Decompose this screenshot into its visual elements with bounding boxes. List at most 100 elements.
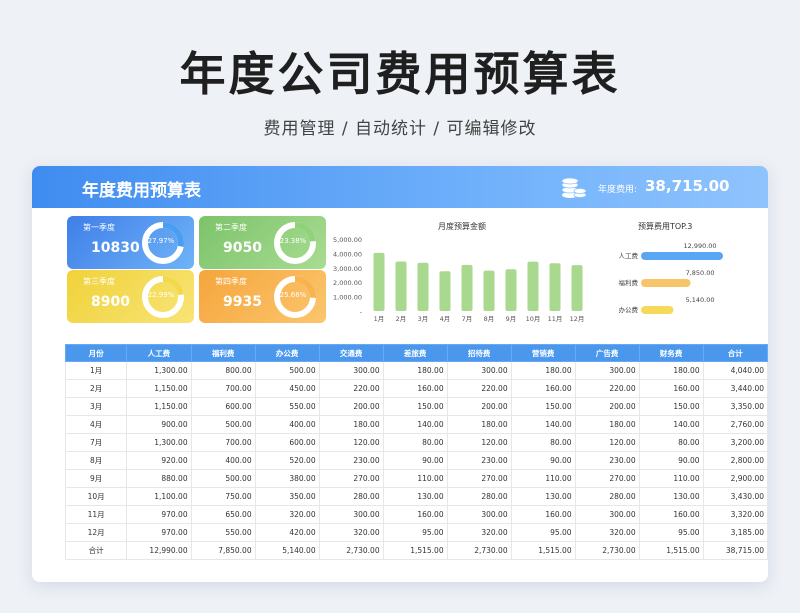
table-cell[interactable]: 180.00 xyxy=(446,415,512,434)
table-cell[interactable]: 120.00 xyxy=(574,433,640,452)
table-cell[interactable]: 120.00 xyxy=(318,433,384,452)
table-cell[interactable]: 500.00 xyxy=(190,469,256,488)
table-cell[interactable]: 150.00 xyxy=(510,397,576,416)
table-cell[interactable]: 230.00 xyxy=(574,451,640,470)
table-cell[interactable]: 130.00 xyxy=(510,487,576,506)
table-cell[interactable]: 9月 xyxy=(64,469,128,488)
table-cell[interactable]: 150.00 xyxy=(638,397,704,416)
table-cell[interactable]: 400.00 xyxy=(254,415,320,434)
table-cell[interactable]: 220.00 xyxy=(446,379,512,398)
table-cell[interactable]: 130.00 xyxy=(382,487,448,506)
table-cell[interactable]: 160.00 xyxy=(510,379,576,398)
table-cell[interactable]: 520.00 xyxy=(254,451,320,470)
table-cell[interactable]: 650.00 xyxy=(190,505,256,524)
table-cell[interactable]: 600.00 xyxy=(254,433,320,452)
table-cell[interactable]: 280.00 xyxy=(318,487,384,506)
table-cell[interactable]: 220.00 xyxy=(318,379,384,398)
table-cell[interactable]: 320.00 xyxy=(574,523,640,542)
table-cell[interactable]: 1,150.00 xyxy=(126,397,192,416)
table-cell[interactable]: 10月 xyxy=(64,487,128,506)
table-cell[interactable]: 270.00 xyxy=(574,469,640,488)
table-cell[interactable]: 160.00 xyxy=(638,505,704,524)
table-cell[interactable]: 230.00 xyxy=(318,451,384,470)
table-cell[interactable]: 160.00 xyxy=(382,379,448,398)
table-cell[interactable]: 320.00 xyxy=(318,523,384,542)
table-cell[interactable]: 2,800.00 xyxy=(702,451,768,470)
table-cell[interactable]: 95.00 xyxy=(510,523,576,542)
table-cell[interactable]: 700.00 xyxy=(190,379,256,398)
table-cell[interactable]: 95.00 xyxy=(382,523,448,542)
table-cell[interactable]: 700.00 xyxy=(190,433,256,452)
table-cell[interactable]: 3,430.00 xyxy=(702,487,768,506)
table-cell[interactable]: 180.00 xyxy=(574,415,640,434)
table-cell[interactable]: 300.00 xyxy=(574,361,640,380)
table-cell[interactable]: 970.00 xyxy=(126,505,192,524)
table-cell[interactable]: 3,185.00 xyxy=(702,523,768,542)
table-cell[interactable]: 230.00 xyxy=(446,451,512,470)
table-cell[interactable]: 300.00 xyxy=(446,361,512,380)
table-cell[interactable]: 1,300.00 xyxy=(126,361,192,380)
table-cell[interactable]: 8月 xyxy=(64,451,128,470)
table-cell[interactable]: 880.00 xyxy=(126,469,192,488)
table-cell[interactable]: 80.00 xyxy=(638,433,704,452)
table-cell[interactable]: 80.00 xyxy=(382,433,448,452)
table-cell[interactable]: 160.00 xyxy=(638,379,704,398)
table-cell[interactable]: 180.00 xyxy=(382,361,448,380)
table-cell[interactable]: 180.00 xyxy=(318,415,384,434)
table-cell[interactable]: 320.00 xyxy=(446,523,512,542)
table-cell[interactable]: 300.00 xyxy=(446,505,512,524)
table-cell[interactable]: 180.00 xyxy=(510,361,576,380)
table-cell[interactable]: 180.00 xyxy=(638,361,704,380)
table-cell[interactable]: 800.00 xyxy=(190,361,256,380)
table-cell[interactable]: 11月 xyxy=(64,505,128,524)
table-cell[interactable]: 1月 xyxy=(64,361,128,380)
table-cell[interactable]: 900.00 xyxy=(126,415,192,434)
table-cell[interactable]: 38,715.00 xyxy=(702,541,768,560)
table-cell[interactable]: 12,990.00 xyxy=(126,541,192,560)
table-cell[interactable]: 150.00 xyxy=(382,397,448,416)
table-cell[interactable]: 合计 xyxy=(64,541,128,560)
table-cell[interactable]: 140.00 xyxy=(382,415,448,434)
table-cell[interactable]: 7月 xyxy=(64,433,128,452)
table-cell[interactable]: 1,150.00 xyxy=(126,379,192,398)
table-cell[interactable]: 160.00 xyxy=(382,505,448,524)
table-cell[interactable]: 90.00 xyxy=(638,451,704,470)
table-cell[interactable]: 420.00 xyxy=(254,523,320,542)
table-cell[interactable]: 300.00 xyxy=(574,505,640,524)
table-cell[interactable]: 280.00 xyxy=(446,487,512,506)
table-cell[interactable]: 270.00 xyxy=(318,469,384,488)
table-cell[interactable]: 300.00 xyxy=(318,505,384,524)
table-cell[interactable]: 270.00 xyxy=(446,469,512,488)
table-cell[interactable]: 5,140.00 xyxy=(254,541,320,560)
table-cell[interactable]: 920.00 xyxy=(126,451,192,470)
table-cell[interactable]: 1,515.00 xyxy=(510,541,576,560)
table-cell[interactable]: 3,440.00 xyxy=(702,379,768,398)
table-cell[interactable]: 200.00 xyxy=(574,397,640,416)
table-cell[interactable]: 110.00 xyxy=(510,469,576,488)
table-cell[interactable]: 450.00 xyxy=(254,379,320,398)
table-cell[interactable]: 80.00 xyxy=(510,433,576,452)
table-cell[interactable]: 750.00 xyxy=(190,487,256,506)
table-cell[interactable]: 200.00 xyxy=(318,397,384,416)
table-cell[interactable]: 110.00 xyxy=(382,469,448,488)
table-cell[interactable]: 550.00 xyxy=(254,397,320,416)
table-cell[interactable]: 2,900.00 xyxy=(702,469,768,488)
table-cell[interactable]: 500.00 xyxy=(190,415,256,434)
table-cell[interactable]: 2,730.00 xyxy=(574,541,640,560)
table-cell[interactable]: 1,300.00 xyxy=(126,433,192,452)
table-cell[interactable]: 90.00 xyxy=(382,451,448,470)
table-cell[interactable]: 3,200.00 xyxy=(702,433,768,452)
table-cell[interactable]: 3月 xyxy=(64,397,128,416)
table-cell[interactable]: 90.00 xyxy=(510,451,576,470)
table-cell[interactable]: 350.00 xyxy=(254,487,320,506)
table-cell[interactable]: 280.00 xyxy=(574,487,640,506)
table-cell[interactable]: 1,515.00 xyxy=(638,541,704,560)
table-cell[interactable]: 2,760.00 xyxy=(702,415,768,434)
table-cell[interactable]: 220.00 xyxy=(574,379,640,398)
table-cell[interactable]: 500.00 xyxy=(254,361,320,380)
table-cell[interactable]: 130.00 xyxy=(638,487,704,506)
table-cell[interactable]: 2,730.00 xyxy=(318,541,384,560)
table-cell[interactable]: 12月 xyxy=(64,523,128,542)
table-cell[interactable]: 4,040.00 xyxy=(702,361,768,380)
table-cell[interactable]: 95.00 xyxy=(638,523,704,542)
